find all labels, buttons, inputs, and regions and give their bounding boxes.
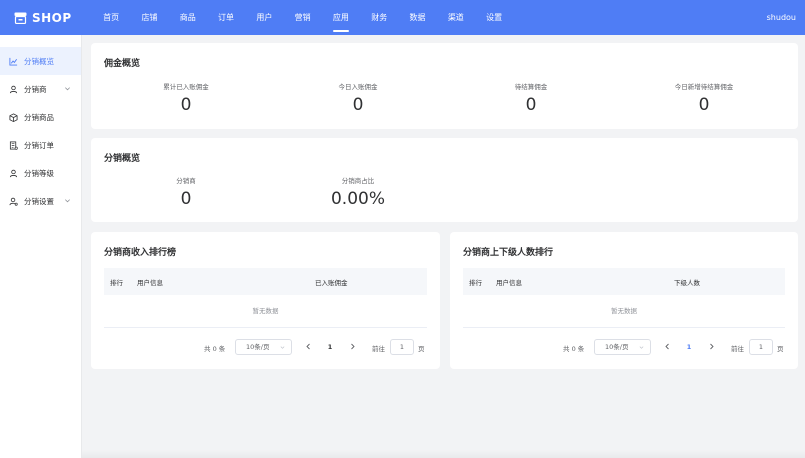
pagination-current-page[interactable]: 1 bbox=[324, 343, 336, 351]
column-header-subordinates: 下级人数 bbox=[674, 279, 700, 287]
stat-today-commission: 今日入账佣金 0 bbox=[323, 81, 393, 115]
chevron-right-icon[interactable] bbox=[707, 342, 716, 351]
chevron-right-icon[interactable] bbox=[348, 342, 357, 351]
card-title: 分销概览 bbox=[104, 154, 141, 164]
sidebar-item-distributors[interactable]: 分销商 bbox=[0, 75, 81, 103]
stat-label: 今日新增待结算佣金 bbox=[674, 83, 734, 91]
stat-value: 0 bbox=[352, 95, 364, 115]
table-header: 排行 用户信息 已入账佣金 bbox=[104, 268, 427, 295]
nav-orders[interactable]: 订单 bbox=[207, 0, 245, 35]
sidebar: 分销概览 分销商 分销商品 分销订单 分销等级 分销设置 bbox=[0, 35, 82, 458]
pagination-goto-input[interactable]: 1 bbox=[749, 339, 773, 355]
pagination-goto-label: 前往 bbox=[731, 345, 744, 353]
pagination-total: 共 0 条 bbox=[563, 345, 585, 353]
sidebar-item-label: 分销商 bbox=[24, 84, 47, 94]
people-rank-card: 分销商上下级人数排行 排行 用户信息 下级人数 暂无数据 共 0 条 10条/页… bbox=[450, 232, 798, 369]
sidebar-item-label: 分销订单 bbox=[24, 140, 54, 150]
pagination-goto-label: 前往 bbox=[372, 345, 385, 353]
stat-value: 0 bbox=[525, 95, 537, 115]
receipt-icon bbox=[9, 140, 18, 150]
stat-value: 0 bbox=[180, 95, 192, 115]
shop-icon bbox=[14, 12, 27, 24]
nav-goods[interactable]: 商品 bbox=[169, 0, 207, 35]
user-gear-icon bbox=[9, 197, 18, 206]
stat-distributors: 分销商 0 bbox=[151, 175, 221, 209]
distribution-overview-card: 分销概览 分销商 0 分销商占比 0.00% bbox=[91, 138, 798, 222]
column-header-rank: 排行 bbox=[469, 279, 482, 287]
pagination-goto-input[interactable]: 1 bbox=[390, 339, 414, 355]
chevron-down-icon bbox=[65, 87, 70, 91]
nav-home[interactable]: 首页 bbox=[92, 0, 130, 35]
nav-data[interactable]: 数据 bbox=[398, 0, 436, 35]
chevron-left-icon[interactable] bbox=[663, 342, 672, 351]
stat-label: 待结算佣金 bbox=[514, 83, 548, 91]
nav-settings[interactable]: 设置 bbox=[475, 0, 513, 35]
chevron-left-icon[interactable] bbox=[304, 342, 313, 351]
line-chart-icon bbox=[9, 57, 18, 66]
top-header: SHOP 首页 店铺 商品 订单 用户 营销 应用 财务 数据 渠道 设置 sh… bbox=[0, 0, 805, 35]
main-nav: 首页 店铺 商品 订单 用户 营销 应用 财务 数据 渠道 设置 bbox=[92, 0, 513, 35]
stat-label: 累计已入账佣金 bbox=[163, 83, 209, 91]
sidebar-item-label: 分销概览 bbox=[24, 56, 54, 66]
user-icon bbox=[9, 85, 18, 93]
sidebar-item-orders[interactable]: 分销订单 bbox=[0, 131, 81, 159]
commission-overview-card: 佣金概览 累计已入账佣金 0 今日入账佣金 0 待结算佣金 0 今日新增待结算佣… bbox=[91, 43, 798, 129]
column-header-commission: 已入账佣金 bbox=[315, 279, 348, 287]
nav-users[interactable]: 用户 bbox=[245, 0, 283, 35]
stat-distributor-ratio: 分销商占比 0.00% bbox=[323, 175, 393, 209]
box-icon bbox=[9, 112, 18, 122]
nav-finance[interactable]: 财务 bbox=[360, 0, 398, 35]
nav-apps[interactable]: 应用 bbox=[322, 0, 360, 35]
sidebar-item-label: 分销设置 bbox=[24, 196, 54, 206]
page-size-select[interactable]: 10条/页 bbox=[235, 339, 292, 355]
nav-store[interactable]: 店铺 bbox=[130, 0, 168, 35]
sidebar-item-label: 分销商品 bbox=[24, 112, 54, 122]
sidebar-item-label: 分销等级 bbox=[24, 168, 54, 178]
user-name[interactable]: shudou bbox=[767, 0, 796, 35]
user-icon bbox=[9, 169, 18, 177]
stat-pending-commission: 待结算佣金 0 bbox=[496, 81, 566, 115]
stat-label: 分销商占比 bbox=[341, 177, 375, 185]
pagination: 共 0 条 10条/页 1 前往 1 页 bbox=[204, 339, 429, 355]
nav-marketing[interactable]: 营销 bbox=[283, 0, 321, 35]
chevron-down-icon bbox=[280, 346, 285, 349]
logo[interactable]: SHOP bbox=[14, 11, 92, 25]
sidebar-item-levels[interactable]: 分销等级 bbox=[0, 159, 81, 187]
nav-channels[interactable]: 渠道 bbox=[437, 0, 475, 35]
stat-value: 0.00% bbox=[330, 189, 385, 209]
column-header-rank: 排行 bbox=[110, 279, 123, 287]
pagination-page-unit: 页 bbox=[777, 345, 784, 353]
empty-text: 暂无数据 bbox=[104, 295, 427, 328]
page-size-value: 10条/页 bbox=[605, 343, 629, 351]
card-title: 分销商收入排行榜 bbox=[104, 248, 177, 258]
empty-text: 暂无数据 bbox=[463, 295, 785, 328]
pagination-current-page[interactable]: 1 bbox=[683, 343, 695, 351]
page-size-select[interactable]: 10条/页 bbox=[594, 339, 651, 355]
table-header: 排行 用户信息 下级人数 bbox=[463, 268, 785, 295]
pagination-total: 共 0 条 bbox=[204, 345, 226, 353]
bottom-shadow bbox=[82, 450, 805, 458]
chevron-down-icon bbox=[65, 199, 70, 203]
stat-value: 0 bbox=[698, 95, 710, 115]
column-header-user: 用户信息 bbox=[496, 279, 522, 287]
income-rank-card: 分销商收入排行榜 排行 用户信息 已入账佣金 暂无数据 共 0 条 10条/页 … bbox=[91, 232, 440, 369]
stat-label: 分销商 bbox=[176, 177, 196, 185]
sidebar-item-overview[interactable]: 分销概览 bbox=[0, 47, 81, 75]
stat-value: 0 bbox=[180, 189, 192, 209]
logo-text: SHOP bbox=[32, 10, 72, 25]
pagination-page-unit: 页 bbox=[418, 345, 425, 353]
pagination: 共 0 条 10条/页 1 前往 1 页 bbox=[563, 339, 788, 355]
stat-total-commission: 累计已入账佣金 0 bbox=[151, 81, 221, 115]
page-size-value: 10条/页 bbox=[246, 343, 270, 351]
card-title: 佣金概览 bbox=[104, 59, 141, 69]
sidebar-item-goods[interactable]: 分销商品 bbox=[0, 103, 81, 131]
column-header-user: 用户信息 bbox=[137, 279, 163, 287]
sidebar-item-settings[interactable]: 分销设置 bbox=[0, 187, 81, 215]
card-title: 分销商上下级人数排行 bbox=[463, 248, 554, 258]
chevron-down-icon bbox=[639, 346, 644, 349]
stat-today-pending-commission: 今日新增待结算佣金 0 bbox=[659, 81, 749, 115]
stat-label: 今日入账佣金 bbox=[338, 83, 378, 91]
